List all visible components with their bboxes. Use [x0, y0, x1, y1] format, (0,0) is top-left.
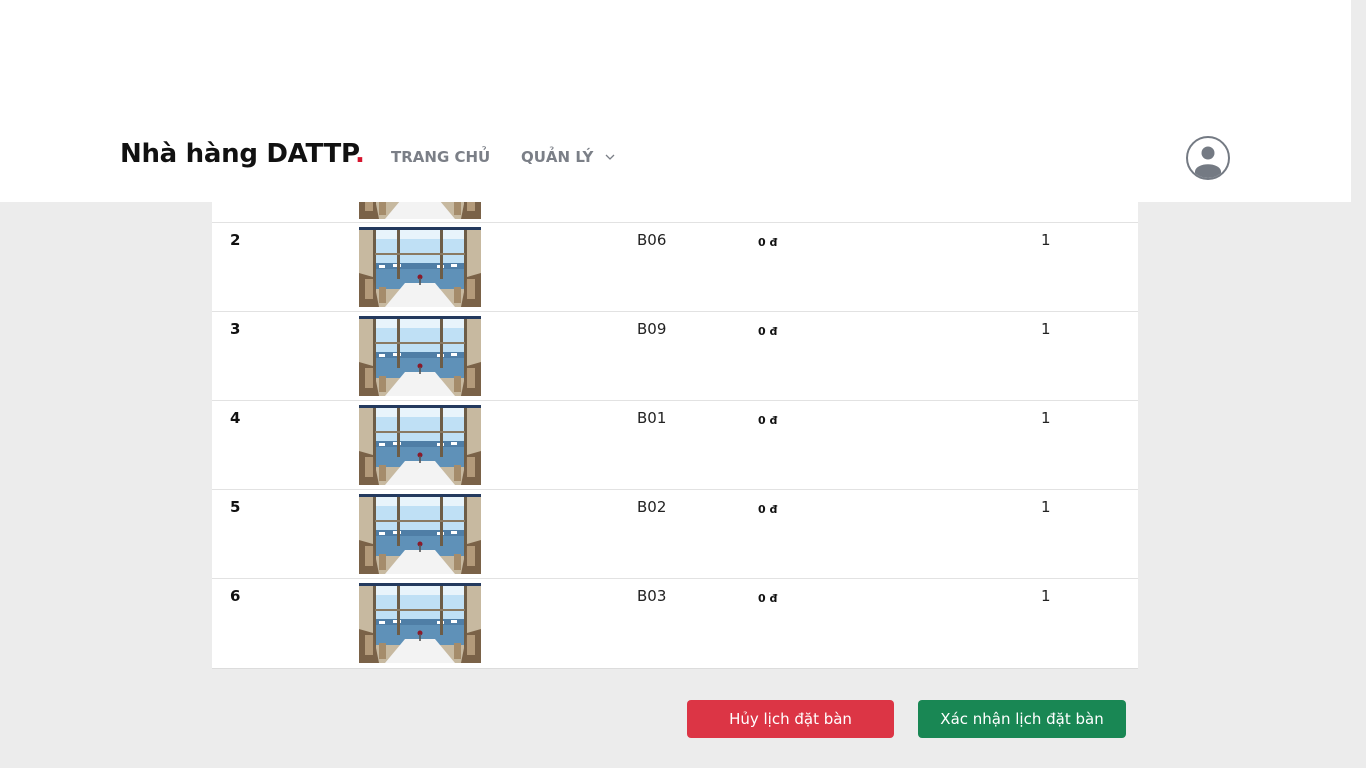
reservation-table: 2 B06 0 đ 1 3 B09 0 đ 1 4 B01 0 đ 1 5 B0… — [212, 180, 1138, 669]
table-price: 0 đ — [758, 414, 778, 427]
table-quantity: 1 — [1041, 498, 1051, 516]
table-price: 0 đ — [758, 236, 778, 249]
nav-manage-label: QUẢN LÝ — [521, 148, 594, 166]
brand-name: Nhà hàng DATTP — [120, 139, 355, 169]
chevron-down-icon — [605, 146, 615, 164]
table-row: 3 B09 0 đ 1 — [212, 311, 1138, 401]
table-quantity: 1 — [1041, 409, 1051, 427]
row-index: 5 — [230, 498, 241, 516]
table-photo — [359, 583, 481, 663]
table-photo — [359, 405, 481, 485]
cancel-reservation-button[interactable]: Hủy lịch đặt bàn — [687, 700, 894, 738]
table-code: B02 — [637, 498, 667, 516]
table-row: 6 B03 0 đ 1 — [212, 578, 1138, 668]
row-index: 2 — [230, 231, 241, 249]
navbar: Nhà hàng DATTP. TRANG CHỦ QUẢN LÝ — [0, 110, 1351, 202]
table-row: 5 B02 0 đ 1 — [212, 489, 1138, 579]
table-code: B03 — [637, 587, 667, 605]
brand-logo[interactable]: Nhà hàng DATTP. — [120, 139, 365, 169]
table-photo — [359, 227, 481, 307]
table-price: 0 đ — [758, 503, 778, 516]
brand-dot: . — [354, 139, 365, 169]
row-index: 4 — [230, 409, 241, 427]
table-photo — [359, 494, 481, 574]
page-top-area — [0, 0, 1351, 110]
row-index: 6 — [230, 587, 241, 605]
confirm-reservation-button[interactable]: Xác nhận lịch đặt bàn — [918, 700, 1126, 738]
nav-manage-dropdown[interactable]: QUẢN LÝ — [521, 148, 615, 167]
nav-home-link[interactable]: TRANG CHỦ — [391, 148, 490, 166]
table-quantity: 1 — [1041, 231, 1051, 249]
table-quantity: 1 — [1041, 320, 1051, 338]
table-row: 4 B01 0 đ 1 — [212, 400, 1138, 490]
user-avatar-icon[interactable] — [1186, 136, 1230, 180]
table-quantity: 1 — [1041, 587, 1051, 605]
table-code: B09 — [637, 320, 667, 338]
table-price: 0 đ — [758, 325, 778, 338]
table-price: 0 đ — [758, 592, 778, 605]
table-code: B06 — [637, 231, 667, 249]
row-index: 3 — [230, 320, 241, 338]
table-code: B01 — [637, 409, 667, 427]
table-photo — [359, 316, 481, 396]
table-row: 2 B06 0 đ 1 — [212, 222, 1138, 312]
